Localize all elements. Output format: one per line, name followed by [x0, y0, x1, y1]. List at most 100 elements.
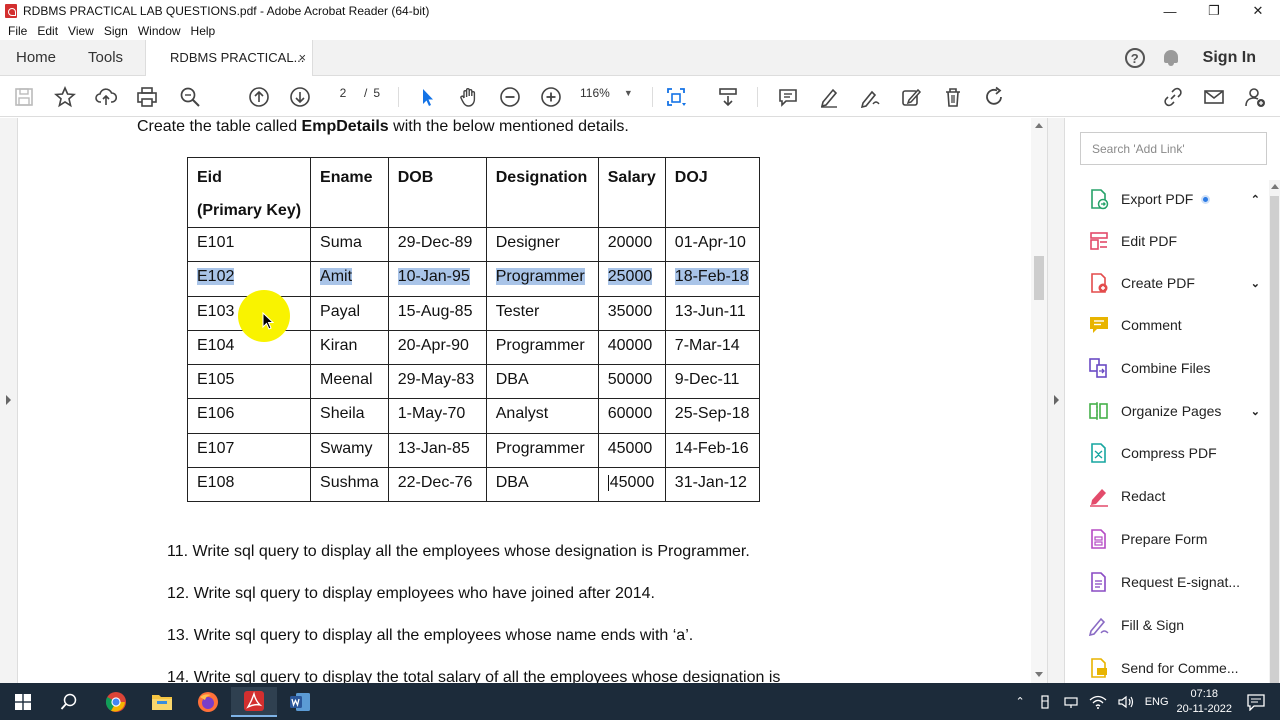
upload-cloud-icon[interactable] [94, 85, 118, 109]
cell-dob: 20-Apr-90 [387, 329, 487, 366]
clock-time: 07:18 [1190, 687, 1219, 700]
firefox-icon[interactable] [185, 687, 231, 717]
tab-home[interactable]: Home [0, 40, 72, 76]
sign-in-button[interactable]: Sign In [1203, 49, 1256, 67]
scroll-up-arrow-icon[interactable] [1035, 123, 1043, 128]
menu-edit[interactable]: Edit [37, 24, 58, 38]
menu-file[interactable]: File [8, 24, 27, 38]
word-icon[interactable] [277, 687, 323, 717]
help-icon[interactable]: ? [1124, 48, 1145, 68]
chrome-icon[interactable] [93, 687, 139, 717]
document-view[interactable]: Create the table called EmpDetails with … [19, 118, 1031, 683]
comment-icon[interactable] [776, 85, 800, 109]
tool-organize-pages[interactable]: Organize Pages ⌄ [1088, 397, 1268, 425]
minimize-button[interactable]: — [1148, 0, 1192, 22]
chevron-down-icon[interactable]: ⌄ [1251, 405, 1260, 418]
right-panel-collapse-toggle[interactable] [1047, 118, 1065, 683]
onedrive-icon[interactable] [1037, 694, 1053, 710]
tool-prepare-form[interactable]: Prepare Form [1088, 525, 1268, 553]
bookmark-star-icon[interactable] [53, 85, 77, 109]
notification-bell-icon[interactable] [1163, 49, 1179, 67]
tool-compress-pdf[interactable]: Compress PDF [1088, 439, 1268, 467]
file-explorer-icon[interactable] [139, 687, 185, 717]
cell-dob: 29-May-83 [387, 364, 487, 400]
select-cursor-icon[interactable] [415, 85, 439, 109]
document-scrollbar[interactable] [1031, 118, 1047, 683]
tab-document[interactable]: RDBMS PRACTICAL... × [145, 39, 314, 76]
table-instruction: Create the table called EmpDetails with … [137, 118, 629, 136]
cell-ename: Sushma [310, 467, 389, 503]
tab-tools[interactable]: Tools [72, 40, 139, 76]
menu-sign[interactable]: Sign [104, 24, 128, 38]
scrollbar-thumb[interactable] [1270, 196, 1279, 683]
wifi-icon[interactable] [1089, 694, 1107, 710]
tool-send-for-comments[interactable]: Send for Comme... [1088, 654, 1268, 682]
request-esign-icon [1088, 571, 1110, 593]
cell-salary: 40000 [597, 329, 666, 366]
tool-export-pdf[interactable]: Export PDF ⌃ [1088, 185, 1268, 213]
rotate-icon[interactable] [982, 85, 1006, 109]
question-item: 13. Write sql query to display all the e… [167, 627, 694, 644]
windows-start-icon[interactable] [0, 687, 46, 717]
tool-request-esignatures[interactable]: Request E-signat... [1088, 568, 1268, 596]
fill-sign-icon[interactable] [899, 85, 923, 109]
tool-redact[interactable]: Redact [1088, 482, 1268, 510]
sign-pen-icon[interactable] [858, 85, 882, 109]
acrobat-taskbar-icon[interactable] [231, 687, 277, 717]
email-icon[interactable] [1202, 85, 1226, 109]
print-icon[interactable] [135, 85, 159, 109]
scroll-up-arrow-icon[interactable] [1271, 184, 1279, 189]
tool-edit-pdf[interactable]: Edit PDF [1088, 227, 1268, 255]
tool-label: Export PDF [1121, 191, 1194, 207]
zoom-in-icon[interactable] [539, 85, 563, 109]
tools-panel-scrollbar[interactable] [1269, 180, 1280, 683]
volume-icon[interactable] [1117, 694, 1135, 710]
current-page-input[interactable]: 2 [328, 86, 358, 100]
tool-create-pdf[interactable]: Create PDF ⌄ [1088, 269, 1268, 297]
delete-icon[interactable] [941, 85, 965, 109]
fit-page-icon[interactable] [664, 85, 688, 109]
search-zoom-icon[interactable] [178, 85, 202, 109]
highlight-pen-icon[interactable] [817, 85, 841, 109]
window-title: RDBMS PRACTICAL LAB QUESTIONS.pdf - Adob… [23, 4, 430, 18]
chevron-down-icon[interactable]: ⌄ [1251, 277, 1260, 290]
left-panel-toggle[interactable] [0, 118, 18, 683]
cell-designation: Programmer [485, 261, 599, 297]
scrollbar-thumb[interactable] [1034, 256, 1044, 300]
zoom-out-icon[interactable] [498, 85, 522, 109]
search-icon[interactable] [46, 687, 92, 717]
scroll-mode-icon[interactable] [716, 85, 740, 109]
tool-fill-sign[interactable]: Fill & Sign [1088, 611, 1268, 639]
menu-window[interactable]: Window [138, 24, 181, 38]
page-separator: / [364, 86, 368, 100]
input-language[interactable]: ENG [1145, 696, 1169, 708]
previous-page-icon[interactable] [247, 85, 271, 109]
tab-close-icon[interactable]: × [298, 50, 306, 65]
chevron-up-icon[interactable]: ⌃ [1251, 193, 1260, 206]
tool-label: Edit PDF [1121, 233, 1178, 249]
menu-help[interactable]: Help [191, 24, 216, 38]
show-hidden-icons-chevron-icon[interactable]: ⌃ [1015, 695, 1024, 708]
cell-dob: 22-Dec-76 [387, 467, 487, 503]
hand-tool-icon[interactable] [457, 85, 481, 109]
network-device-icon[interactable] [1063, 694, 1079, 710]
tool-comment[interactable]: Comment [1088, 311, 1268, 339]
tool-combine-files[interactable]: Combine Files [1088, 354, 1268, 382]
restore-button[interactable]: ❐ [1192, 0, 1236, 22]
cell-dob: 10-Jan-95 [387, 261, 487, 297]
zoom-level-select[interactable]: 116% ▼ [580, 86, 633, 100]
save-icon[interactable] [12, 85, 36, 109]
menu-view[interactable]: View [68, 24, 94, 38]
cell-designation: DBA [485, 467, 599, 503]
notifications-icon[interactable] [1246, 693, 1266, 711]
scroll-down-arrow-icon[interactable] [1035, 672, 1043, 677]
system-clock[interactable]: 07:18 20-11-2022 [1177, 687, 1232, 717]
close-window-button[interactable]: ✕ [1236, 0, 1280, 22]
cell-dob: 15-Aug-85 [387, 295, 487, 331]
export-pdf-icon [1088, 188, 1110, 210]
next-page-icon[interactable] [288, 85, 312, 109]
compress-pdf-icon [1088, 442, 1110, 464]
link-icon[interactable] [1161, 85, 1185, 109]
share-user-icon[interactable] [1243, 85, 1267, 109]
tools-search-input[interactable]: Search 'Add Link' [1080, 132, 1267, 165]
